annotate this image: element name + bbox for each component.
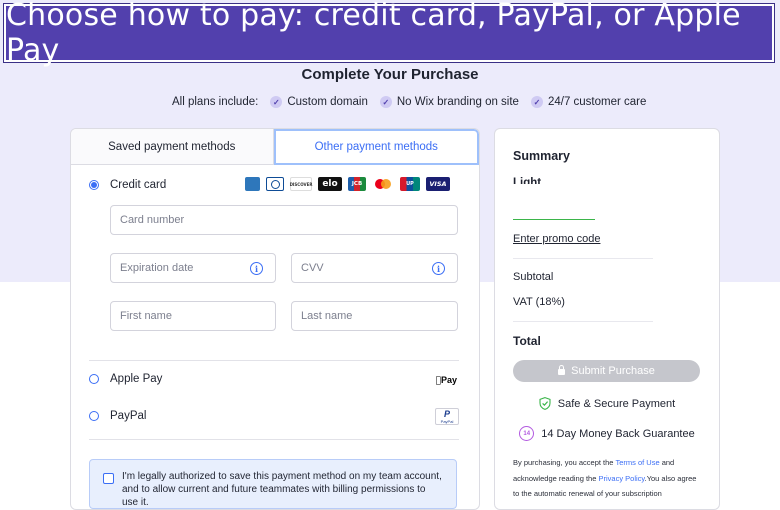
divider <box>89 439 459 440</box>
caption-text: Choose how to pay: credit card, PayPal, … <box>6 0 741 68</box>
submit-purchase-button[interactable]: Submit Purchase <box>513 360 700 382</box>
apple-pay-option[interactable]: Apple Pay <box>89 373 162 385</box>
payment-tabs: Saved payment methods Other payment meth… <box>71 129 479 165</box>
paypal-radio[interactable] <box>89 411 99 421</box>
credit-card-option[interactable]: Credit card <box>89 179 166 191</box>
vat-label: VAT (18%) <box>513 296 565 308</box>
tab-saved-payment-methods[interactable]: Saved payment methods <box>71 129 274 165</box>
plan-name: Light <box>513 177 542 184</box>
privacy-policy-link[interactable]: Privacy Policy <box>598 474 644 483</box>
last-name-input[interactable]: Last name <box>291 301 458 331</box>
includes-label: All plans include: <box>172 96 259 108</box>
check-icon: ✓ <box>530 96 543 108</box>
expiration-placeholder: Expiration date <box>120 262 194 274</box>
visa-logo: VISA <box>426 177 450 191</box>
jcb-logo: JCB <box>348 177 366 191</box>
money-back-badge-icon: 14 <box>519 426 535 441</box>
divider <box>513 321 653 322</box>
summary-title: Summary <box>513 149 570 163</box>
amex-logo <box>245 177 260 191</box>
apple-pay-logo: Pay <box>436 375 457 386</box>
promo-code-link[interactable]: Enter promo code <box>513 233 600 245</box>
credit-card-label: Credit card <box>110 179 167 191</box>
card-number-input[interactable]: Card number <box>110 205 458 235</box>
legal-text: By purchasing, you accept the Terms of U… <box>513 455 703 502</box>
cvv-placeholder: CVV <box>301 262 324 274</box>
include-customer-care: ✓ 24/7 customer care <box>530 96 647 108</box>
plan-underline <box>513 219 595 220</box>
secure-payment-label: Safe & Secure Payment <box>557 397 676 410</box>
terms-of-use-link[interactable]: Terms of Use <box>615 458 659 467</box>
elo-logo: elo <box>318 177 342 191</box>
divider <box>513 258 653 259</box>
credit-card-radio[interactable] <box>89 180 99 190</box>
tab-other-payment-methods[interactable]: Other payment methods <box>273 129 479 165</box>
info-icon[interactable]: i <box>432 262 445 275</box>
paypal-logo-mark: P <box>443 408 450 419</box>
check-icon: ✓ <box>270 96 283 108</box>
paypal-option[interactable]: PayPal <box>89 410 146 422</box>
consent-text: I'm legally authorized to save this paym… <box>122 471 442 508</box>
shield-check-icon <box>539 397 551 410</box>
legal-text-part: By purchasing, you accept the <box>513 458 616 467</box>
payment-methods-panel: Saved payment methods Other payment meth… <box>70 128 480 510</box>
discover-logo: DISCOVER <box>290 177 312 191</box>
diners-logo <box>266 177 284 191</box>
secure-payment-note: Safe & Secure Payment <box>495 397 719 410</box>
card-brand-logos: DISCOVER elo JCB UP VISA <box>245 177 450 191</box>
money-back-note: 14 14 Day Money Back Guarantee <box>495 426 719 441</box>
page-title: Complete Your Purchase <box>301 66 479 83</box>
total-label: Total <box>513 334 541 348</box>
subtotal-label: Subtotal <box>513 271 554 283</box>
expiration-date-input[interactable]: Expiration date i <box>110 253 276 283</box>
apple-pay-label: Apple Pay <box>110 373 163 385</box>
caption-banner: Choose how to pay: credit card, PayPal, … <box>4 0 774 68</box>
mastercard-logo <box>372 177 394 191</box>
divider <box>89 360 459 361</box>
paypal-logo: P PayPal <box>435 408 459 425</box>
info-icon[interactable]: i <box>250 262 263 275</box>
include-label: Custom domain <box>287 96 368 108</box>
include-label: 24/7 customer care <box>547 96 647 108</box>
cvv-input[interactable]: CVV i <box>291 253 458 283</box>
money-back-label: 14 Day Money Back Guarantee <box>541 427 695 440</box>
include-custom-domain: ✓ Custom domain <box>270 96 368 108</box>
apple-pay-radio[interactable] <box>89 374 99 384</box>
first-name-input[interactable]: First name <box>110 301 276 331</box>
paypal-label: PayPal <box>110 410 147 422</box>
plan-includes: All plans include: ✓ Custom domain ✓ No … <box>172 96 646 108</box>
lock-icon <box>558 365 566 375</box>
include-no-branding: ✓ No Wix branding on site <box>379 96 519 108</box>
consent-checkbox[interactable] <box>103 473 114 484</box>
check-icon: ✓ <box>379 96 392 108</box>
include-label: No Wix branding on site <box>396 96 519 108</box>
paypal-logo-text: PayPal <box>440 418 454 424</box>
submit-label: Submit Purchase <box>571 365 655 377</box>
order-summary-panel: Summary Light Enter promo code Subtotal … <box>494 128 720 510</box>
unionpay-logo: UP <box>400 177 420 191</box>
